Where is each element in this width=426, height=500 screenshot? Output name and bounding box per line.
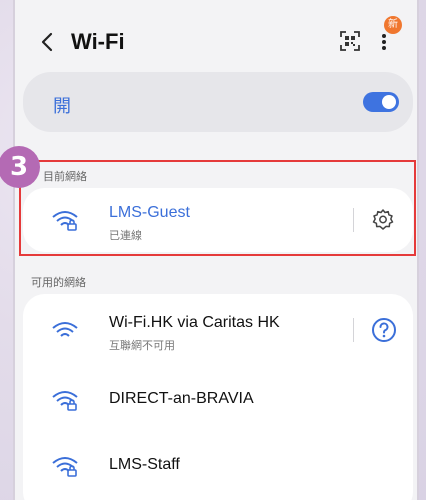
- wifi-toggle-label: 開: [53, 96, 71, 117]
- chevron-left-icon: [41, 32, 53, 52]
- step-number-badge: 3: [0, 146, 40, 188]
- network-row[interactable]: LMS-Staff: [23, 434, 413, 500]
- page-title: Wi-Fi: [71, 29, 125, 54]
- question-circle-icon: [372, 318, 396, 342]
- notification-badge: 新: [384, 16, 402, 34]
- wifi-toggle-card[interactable]: 開: [23, 72, 413, 132]
- wifi-switch[interactable]: [363, 92, 399, 112]
- available-networks-section-label: 可用的網絡: [31, 276, 86, 289]
- network-row[interactable]: Wi-Fi.HK via Caritas HK 互聯網不可用: [23, 294, 413, 368]
- app-header: Wi-Fi 新: [15, 0, 417, 72]
- row-divider: [353, 318, 354, 342]
- network-status: 互聯網不可用: [109, 339, 175, 352]
- back-button[interactable]: [37, 28, 57, 56]
- wifi-icon: [52, 322, 78, 337]
- wifi-lock-icon: [52, 457, 78, 477]
- qr-scan-icon: [340, 31, 360, 51]
- highlight-frame: [19, 160, 416, 256]
- network-name: DIRECT-an-BRAVIA: [109, 390, 254, 407]
- network-name: LMS-Staff: [109, 456, 180, 473]
- network-row[interactable]: DIRECT-an-BRAVIA: [23, 368, 413, 434]
- wifi-lock-icon: [52, 391, 78, 411]
- phone-screen: Wi-Fi 新 開 目前網絡 LMS-Guest 已連線 可用的網絡 Wi-Fi…: [13, 0, 419, 500]
- network-info-button[interactable]: [371, 317, 397, 343]
- network-name: Wi-Fi.HK via Caritas HK: [109, 314, 280, 331]
- available-networks-card: Wi-Fi.HK via Caritas HK 互聯網不可用 DIRECT-an…: [23, 294, 413, 500]
- qr-scan-button[interactable]: [339, 30, 361, 52]
